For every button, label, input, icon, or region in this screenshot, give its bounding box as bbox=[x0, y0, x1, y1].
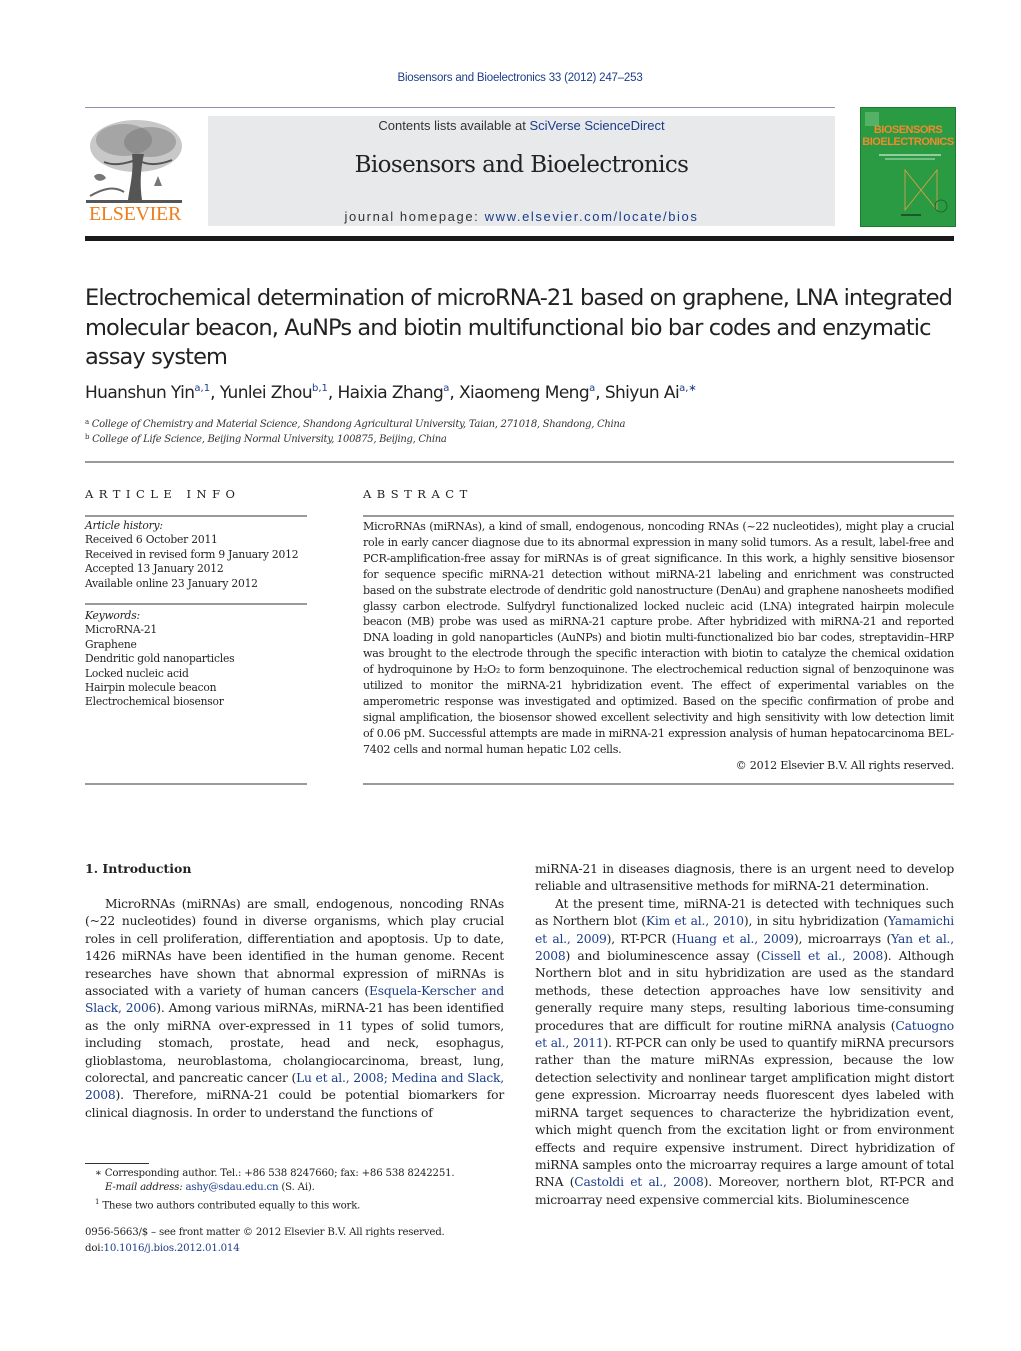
paragraph: MicroRNAs (miRNAs) are small, endogenous… bbox=[85, 897, 505, 1120]
article-history-heading: Article history: bbox=[85, 519, 163, 532]
paragraph: At the present time, miRNA-21 is detecte… bbox=[535, 896, 954, 1207]
history-item: Received 6 October 2011 bbox=[85, 533, 218, 547]
article-info-divider bbox=[85, 515, 307, 517]
body-column-left: MicroRNAs (miRNAs) are small, endogenous… bbox=[85, 896, 504, 1122]
keyword: Graphene bbox=[85, 637, 137, 651]
header-thick-rule bbox=[85, 236, 954, 241]
doi-link[interactable]: 10.1016/j.bios.2012.01.014 bbox=[104, 1243, 240, 1254]
history-item: Accepted 13 January 2012 bbox=[85, 562, 224, 576]
homepage-link[interactable]: www.elsevier.com/locate/bios bbox=[485, 209, 699, 224]
elsevier-wordmark: ELSEVIER bbox=[88, 203, 182, 225]
keywords: Keywords: MicroRNA-21 Graphene Dendritic… bbox=[85, 609, 307, 710]
author[interactable]: Huanshun Yina,1 bbox=[85, 383, 210, 403]
elsevier-logo[interactable]: ELSEVIER bbox=[84, 116, 186, 228]
abstract: MicroRNAs (miRNAs), a kind of small, end… bbox=[363, 519, 954, 774]
footnote-rule bbox=[85, 1163, 149, 1164]
doi-line: doi:10.1016/j.bios.2012.01.014 bbox=[85, 1242, 240, 1254]
email-link[interactable]: ashy@sdau.edu.cn bbox=[186, 1182, 279, 1193]
keyword: Electrochemical biosensor bbox=[85, 695, 224, 709]
cover-graphic-icon bbox=[865, 112, 948, 216]
keyword: Locked nucleic acid bbox=[85, 666, 189, 680]
contents-prefix: Contents lists available at bbox=[378, 118, 530, 133]
issn-block: 0956-5663/$ – see front matter © 2012 El… bbox=[85, 1225, 515, 1256]
journal-title: Biosensors and Bioelectronics bbox=[354, 152, 689, 178]
citation-link[interactable]: Huang et al., 2009 bbox=[676, 932, 794, 946]
article-info-heading: ARTICLE INFO bbox=[85, 487, 241, 501]
abstract-bottom-rule bbox=[363, 783, 954, 785]
section-heading-introduction: 1. Introduction bbox=[85, 861, 192, 876]
footnotes: ∗ Corresponding author. Tel.: +86 538 82… bbox=[85, 1167, 515, 1214]
keyword: MicroRNA-21 bbox=[85, 623, 158, 637]
abstract-copyright: © 2012 Elsevier B.V. All rights reserved… bbox=[735, 758, 955, 772]
keyword: Dendritic gold nanoparticles bbox=[85, 652, 235, 666]
section-divider bbox=[85, 461, 954, 463]
citation-link[interactable]: Cissell et al., 2008 bbox=[761, 949, 883, 963]
abstract-divider bbox=[363, 515, 954, 517]
citation-link[interactable]: Castoldi et al., 2008 bbox=[574, 1175, 704, 1189]
keywords-heading: Keywords: bbox=[85, 609, 140, 622]
citation-link[interactable]: Kim et al., 2010 bbox=[646, 914, 744, 928]
affiliation: b College of Life Science, Beijing Norma… bbox=[85, 433, 447, 445]
abstract-text: MicroRNAs (miRNAs), a kind of small, end… bbox=[363, 520, 954, 756]
journal-banner: Contents lists available at SciVerse Sci… bbox=[208, 116, 835, 226]
footnote-email: E-mail address: ashy@sdau.edu.cn (S. Ai)… bbox=[105, 1182, 315, 1194]
article-info-bottom-rule bbox=[85, 783, 307, 785]
footnote-corresponding: ∗ Corresponding author. Tel.: +86 538 82… bbox=[95, 1168, 455, 1179]
homepage-prefix: journal homepage: bbox=[344, 209, 485, 224]
keywords-divider bbox=[85, 603, 307, 605]
article-history: Article history: Received 6 October 2011… bbox=[85, 519, 307, 591]
keyword: Hairpin molecule beacon bbox=[85, 681, 217, 695]
issn-line: 0956-5663/$ – see front matter © 2012 El… bbox=[85, 1227, 445, 1238]
footnote-equal-contribution: 1 These two authors contributed equally … bbox=[95, 1198, 361, 1212]
paragraph: miRNA-21 in diseases diagnosis, there is… bbox=[535, 862, 954, 894]
history-item: Available online 23 January 2012 bbox=[85, 576, 258, 590]
affiliation: a College of Chemistry and Material Scie… bbox=[85, 418, 626, 430]
author[interactable]: Haixia Zhanga bbox=[338, 383, 450, 403]
author[interactable]: Yunlei Zhoub,1 bbox=[220, 383, 328, 403]
author[interactable]: Shiyun Aia,∗ bbox=[605, 383, 697, 403]
body-column-right: miRNA-21 in diseases diagnosis, there is… bbox=[535, 861, 954, 1209]
history-item: Received in revised form 9 January 2012 bbox=[85, 547, 299, 561]
article-title: Electrochemical determination of microRN… bbox=[85, 285, 953, 370]
sciencedirect-link[interactable]: SciVerse ScienceDirect bbox=[529, 118, 664, 133]
journal-cover-thumbnail[interactable]: BIOSENSORS BIOELECTRONICS bbox=[860, 107, 956, 227]
author-list: Huanshun Yina,1, Yunlei Zhoub,1, Haixia … bbox=[85, 383, 697, 403]
abstract-heading: ABSTRACT bbox=[363, 487, 473, 501]
author[interactable]: Xiaomeng Menga bbox=[459, 383, 595, 403]
journal-reference[interactable]: Biosensors and Bioelectronics 33 (2012) … bbox=[0, 72, 1021, 84]
header-rule bbox=[85, 107, 835, 108]
elsevier-tree-icon bbox=[84, 116, 184, 206]
contents-line: Contents lists available at SciVerse Sci… bbox=[208, 118, 835, 133]
journal-homepage: journal homepage: www.elsevier.com/locat… bbox=[208, 209, 835, 224]
